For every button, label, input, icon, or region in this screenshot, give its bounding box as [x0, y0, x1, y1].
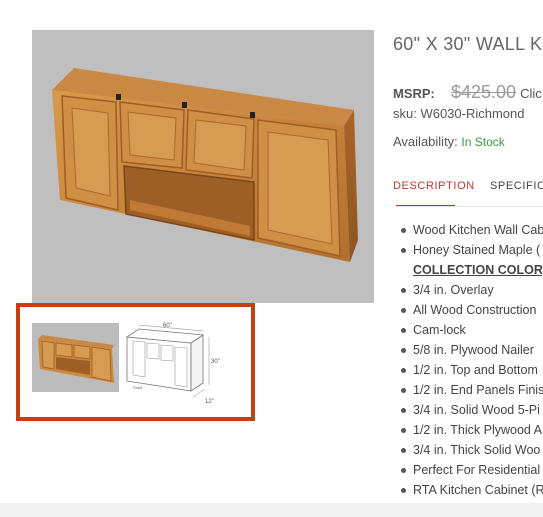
bullet-icon	[401, 488, 406, 493]
msrp-price: $425.00	[451, 82, 517, 102]
thumbnail-dimension-drawing[interactable]: 60" 30" 12" Shelf	[121, 319, 221, 405]
product-title: 60" X 30" WALL K	[393, 34, 543, 54]
main-product-image[interactable]	[32, 30, 374, 303]
bullet-icon	[401, 368, 406, 373]
wood-wall-cabinet-photo	[52, 68, 358, 262]
list-item: 3/4 in. Solid Wood 5-Pi	[398, 400, 543, 420]
list-item: Honey Stained Maple (	[398, 240, 543, 260]
list-item: 3/4 in. Overlay	[398, 280, 543, 300]
list-item: RTA Kitchen Cabinet (R	[398, 480, 543, 500]
tab-description[interactable]: DESCRIPTION	[393, 172, 474, 206]
list-item: All Wood Construction	[398, 300, 543, 320]
stock-status: In Stock	[461, 135, 505, 149]
tab-divider	[396, 206, 543, 207]
drawing-shelf-label: Shelf	[133, 385, 143, 390]
list-item: 1/2 in. End Panels Finis	[398, 380, 543, 400]
feature-list: Wood Kitchen Wall Cab Honey Stained Mapl…	[398, 220, 543, 500]
thumbnail-strip: 60" 30" 12" Shelf	[16, 303, 255, 421]
page-footer-strip	[0, 503, 543, 517]
bullet-icon	[401, 468, 406, 473]
bullet-icon	[401, 248, 406, 253]
bullet-icon	[401, 228, 406, 233]
bullet-icon	[401, 348, 406, 353]
feature-text: 3/4 in. Thick Solid Woo	[413, 443, 541, 457]
tab-specifications[interactable]: SPECIFICA	[490, 172, 543, 206]
feature-text: 3/4 in. Solid Wood 5-Pi	[413, 403, 540, 417]
bullet-icon	[401, 428, 406, 433]
availability: Availability: In Stock	[393, 134, 505, 149]
feature-text: Honey Stained Maple (	[413, 243, 541, 257]
feature-text: 1/2 in. Top and Bottom	[413, 363, 538, 377]
list-item: COLLECTION COLOR)	[398, 260, 543, 280]
list-item: Cam-lock	[398, 320, 543, 340]
bullet-icon	[401, 388, 406, 393]
feature-text: Perfect For Residential	[413, 463, 541, 477]
list-item: Wood Kitchen Wall Cab	[398, 220, 543, 240]
feature-text: RTA Kitchen Cabinet (R	[413, 483, 543, 497]
feature-text: 1/2 in. Thick Plywood A	[413, 423, 543, 437]
click-link[interactable]: Clic	[520, 86, 542, 101]
availability-label: Availability:	[393, 134, 458, 149]
feature-text: 3/4 in. Overlay	[413, 283, 494, 297]
wood-wall-cabinet-thumbnail	[38, 335, 114, 383]
bullet-icon	[401, 288, 406, 293]
feature-text: 5/8 in. Plywood Nailer	[413, 343, 534, 357]
drawing-depth-label: 12"	[205, 399, 214, 405]
sku-text: sku: W6030-Richmond	[393, 106, 525, 121]
drawing-width-label: 60"	[163, 323, 172, 329]
cabinet-dimension-drawing: 60" 30" 12" Shelf	[125, 323, 220, 405]
thumbnail-cabinet-photo[interactable]	[32, 323, 119, 392]
list-item: 5/8 in. Plywood Nailer	[398, 340, 543, 360]
collection-color-link[interactable]: COLLECTION COLOR)	[413, 263, 543, 277]
list-item: 1/2 in. Thick Plywood A	[398, 420, 543, 440]
product-tabs: DESCRIPTION SPECIFICA	[393, 172, 543, 208]
price-row: MSRP: $425.00 Clic	[393, 82, 542, 103]
bullet-icon	[401, 408, 406, 413]
bullet-icon	[401, 308, 406, 313]
bullet-icon	[401, 448, 406, 453]
feature-text: Wood Kitchen Wall Cab	[413, 223, 543, 237]
msrp-label: MSRP:	[393, 86, 435, 101]
list-item: 1/2 in. Top and Bottom	[398, 360, 543, 380]
drawing-height-label: 30"	[211, 359, 220, 365]
list-item: 3/4 in. Thick Solid Woo	[398, 440, 543, 460]
feature-text: All Wood Construction	[413, 303, 537, 317]
list-item: Perfect For Residential	[398, 460, 543, 480]
feature-text: 1/2 in. End Panels Finis	[413, 383, 543, 397]
feature-text: Cam-lock	[413, 323, 466, 337]
bullet-icon	[401, 328, 406, 333]
